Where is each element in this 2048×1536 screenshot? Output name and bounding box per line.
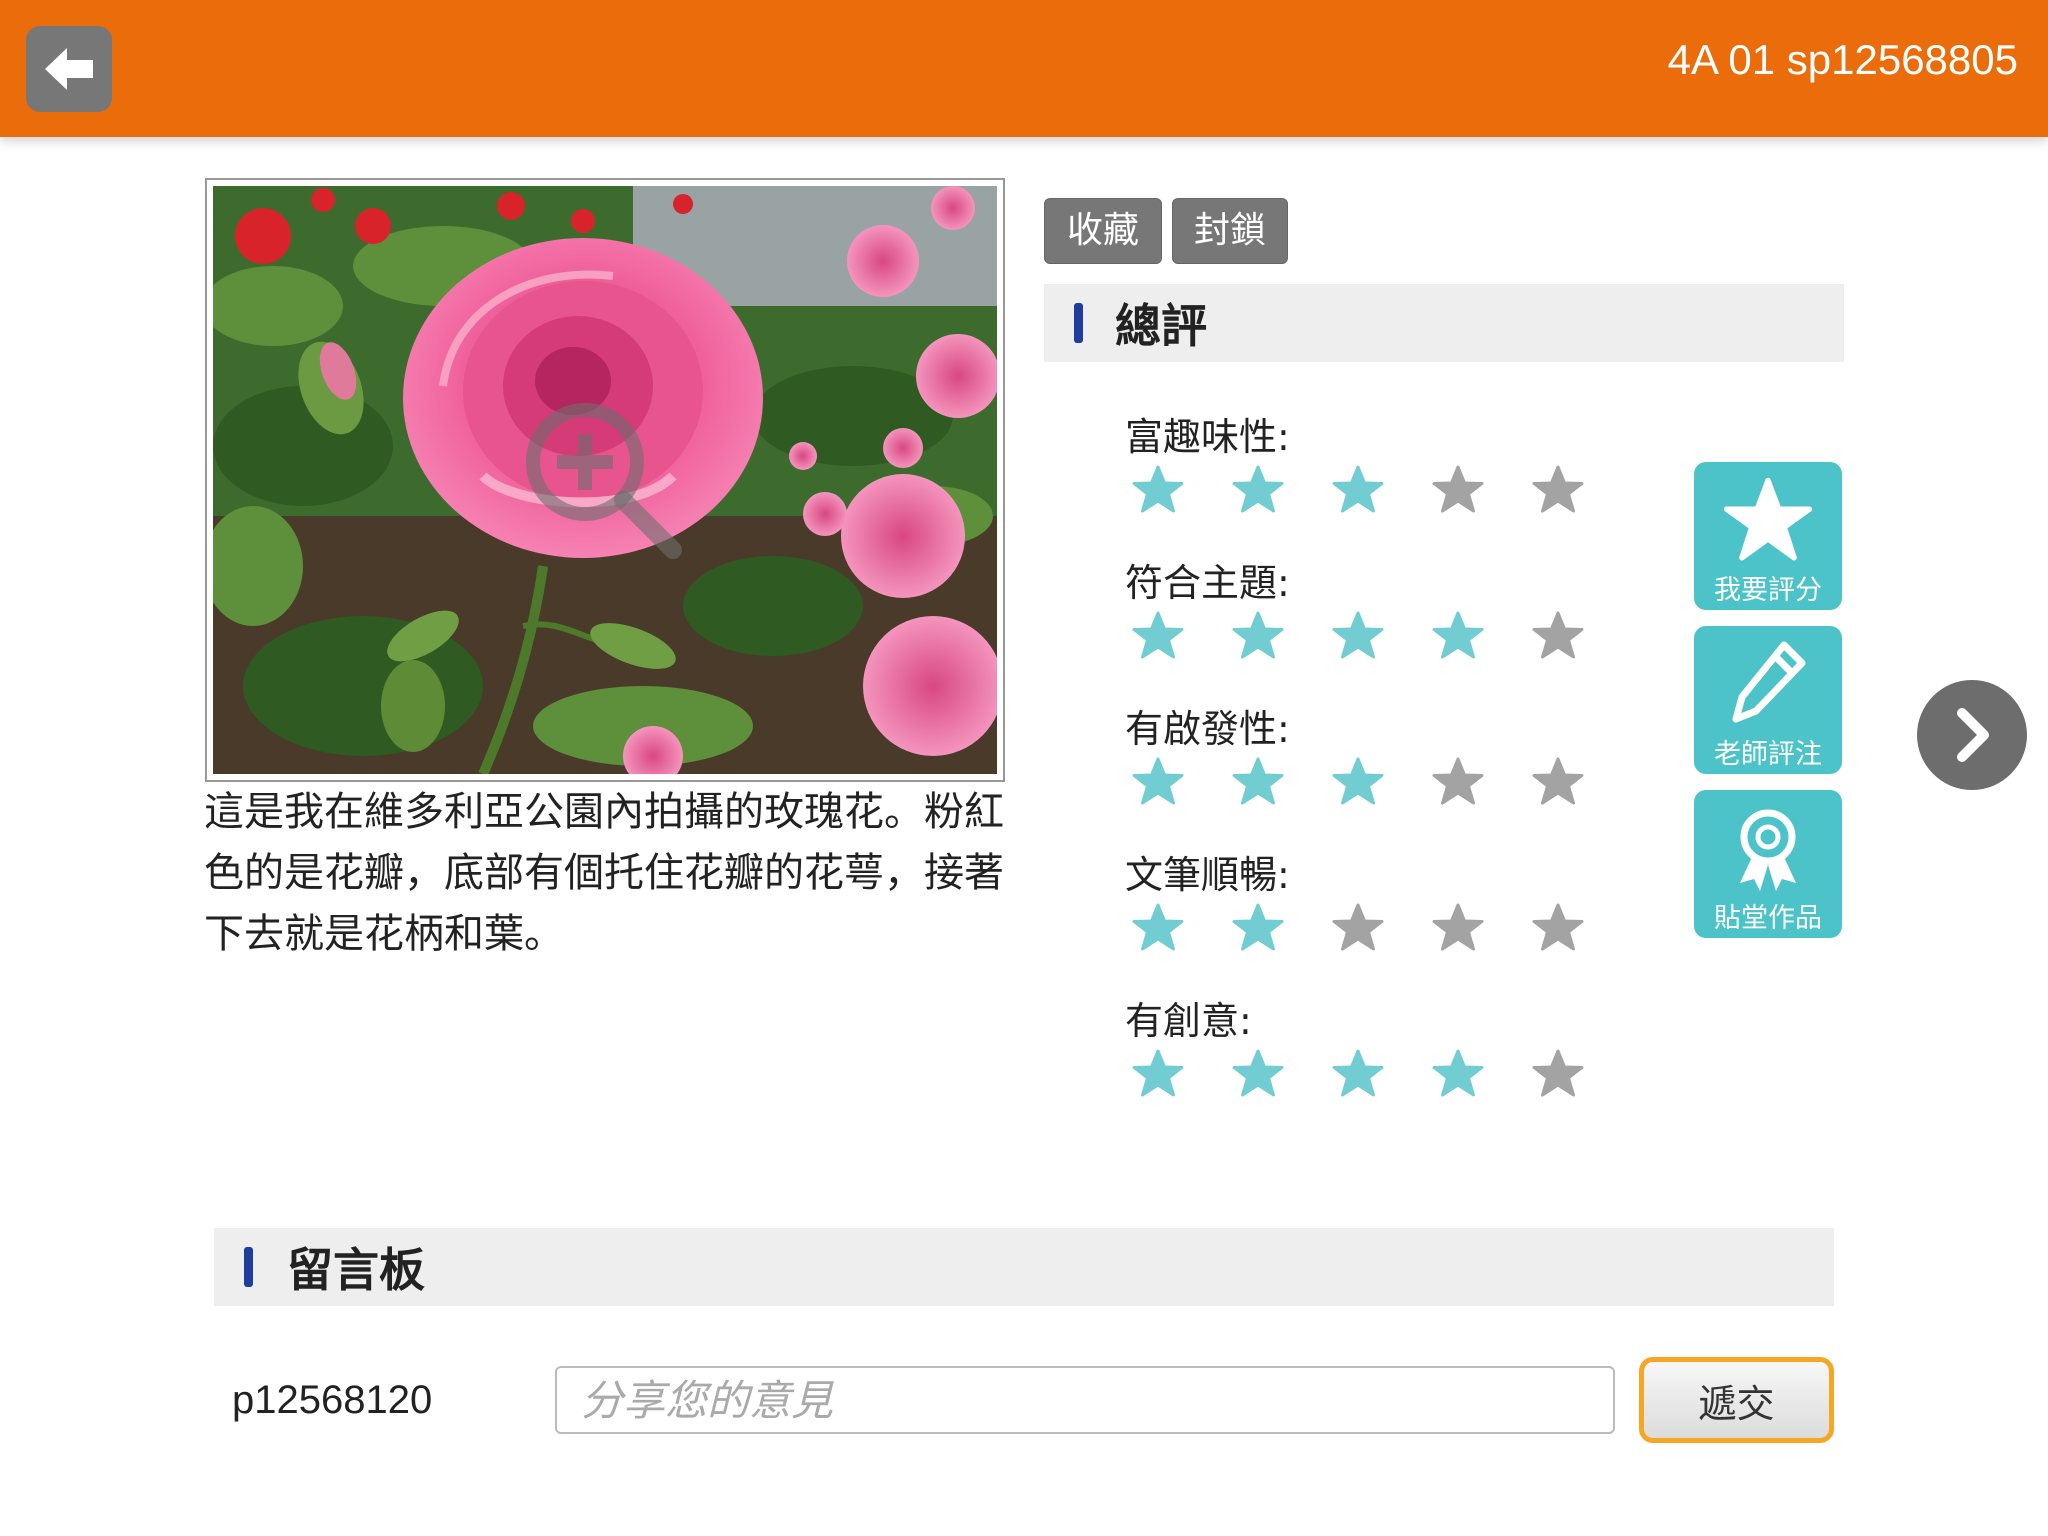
star-filled-icon[interactable]	[1332, 464, 1384, 516]
pencil-icon	[1732, 641, 1806, 723]
star-filled-icon[interactable]	[1432, 1048, 1484, 1100]
star-filled-icon[interactable]	[1232, 1048, 1284, 1100]
star-filled-icon[interactable]	[1132, 902, 1184, 954]
star-filled-icon[interactable]	[1132, 1048, 1184, 1100]
star-empty-icon[interactable]	[1432, 464, 1484, 516]
feature-work-label: 貼堂作品	[1714, 903, 1822, 934]
section-accent-bar	[244, 1247, 253, 1287]
star-filled-icon[interactable]	[1132, 464, 1184, 516]
star-empty-icon[interactable]	[1532, 902, 1584, 954]
comment-input[interactable]	[555, 1366, 1615, 1434]
star-filled-icon[interactable]	[1332, 756, 1384, 808]
favorite-button[interactable]: 收藏	[1044, 198, 1162, 264]
star-filled-icon[interactable]	[1432, 610, 1484, 662]
star-filled-icon[interactable]	[1232, 756, 1284, 808]
star-empty-icon[interactable]	[1432, 756, 1484, 808]
star-empty-icon[interactable]	[1332, 902, 1384, 954]
feature-work-button[interactable]: 貼堂作品	[1694, 790, 1842, 938]
rate-button[interactable]: 我要評分	[1694, 462, 1842, 610]
star-filled-icon[interactable]	[1232, 610, 1284, 662]
star-empty-icon[interactable]	[1432, 902, 1484, 954]
comment-board-header: 留言板	[214, 1228, 1834, 1306]
criterion-label: 有啟發性:	[1125, 707, 1290, 751]
award-ribbon-icon	[1740, 809, 1796, 891]
criterion-stars[interactable]	[1132, 902, 1584, 954]
commenter-id: p12568120	[232, 1378, 433, 1422]
next-button[interactable]	[1917, 680, 2027, 790]
criterion-label: 富趣味性:	[1125, 415, 1290, 459]
rate-button-label: 我要評分	[1714, 575, 1822, 606]
star-filled-icon[interactable]	[1132, 756, 1184, 808]
star-filled-icon[interactable]	[1332, 1048, 1384, 1100]
criterion-label: 有創意:	[1125, 999, 1252, 1043]
criterion-stars[interactable]	[1132, 610, 1584, 662]
arrow-left-icon	[45, 48, 93, 90]
top-bar: 4A 01 sp12568805	[0, 0, 2048, 137]
section-accent-bar	[1074, 303, 1083, 343]
star-filled-icon[interactable]	[1132, 610, 1184, 662]
rating-section-title: 總評	[1115, 299, 1207, 353]
rose-photo[interactable]	[213, 186, 997, 774]
zoom-in-icon[interactable]	[513, 390, 693, 570]
comment-board-title: 留言板	[287, 1243, 425, 1297]
star-empty-icon[interactable]	[1532, 756, 1584, 808]
block-button[interactable]: 封鎖	[1172, 198, 1288, 264]
back-button[interactable]	[26, 26, 112, 112]
star-filled-icon[interactable]	[1232, 902, 1284, 954]
chevron-right-icon	[1957, 708, 1989, 762]
star-filled-icon[interactable]	[1332, 610, 1384, 662]
star-icon	[1723, 477, 1813, 561]
photo-caption: 這是我在維多利亞公園內拍攝的玫瑰花。粉紅色的是花瓣，底部有個托住花瓣的花萼，接著…	[204, 789, 1004, 957]
criterion-stars[interactable]	[1132, 1048, 1584, 1100]
star-empty-icon[interactable]	[1532, 1048, 1584, 1100]
star-empty-icon[interactable]	[1532, 464, 1584, 516]
criterion-label: 符合主題:	[1125, 561, 1290, 605]
star-empty-icon[interactable]	[1532, 610, 1584, 662]
star-filled-icon[interactable]	[1232, 464, 1284, 516]
rating-section-header: 總評	[1044, 284, 1844, 362]
page-title: 4A 01 sp12568805	[1667, 36, 2018, 83]
photo-frame[interactable]	[205, 178, 1005, 782]
criterion-label: 文筆順暢:	[1125, 853, 1290, 897]
criterion-stars[interactable]	[1132, 756, 1584, 808]
teacher-comment-button[interactable]: 老師評注	[1694, 626, 1842, 774]
submit-button[interactable]: 遞交	[1639, 1357, 1834, 1443]
criterion-stars[interactable]	[1132, 464, 1584, 516]
teacher-comment-label: 老師評注	[1714, 739, 1822, 770]
